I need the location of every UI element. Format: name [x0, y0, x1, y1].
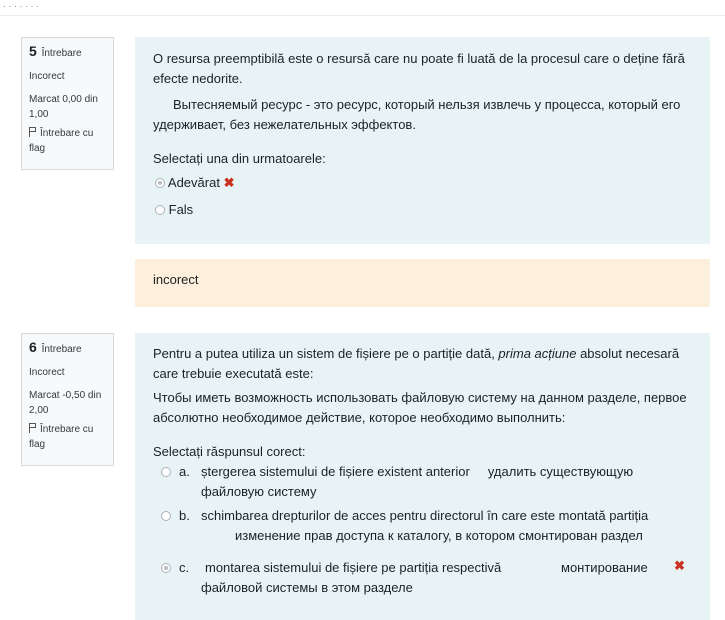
incorrect-icon: ✖: [674, 558, 685, 573]
answer-option-a[interactable]: a. ștergerea sistemului de fișiere exist…: [153, 462, 692, 504]
radio-button[interactable]: [161, 467, 171, 477]
option-letter: b.: [179, 508, 190, 523]
question-number: 5: [29, 43, 37, 59]
option-text: ștergerea sistemului de fișiere existent…: [201, 462, 671, 502]
answer-option-true[interactable]: Adevărat ✖: [155, 173, 692, 193]
option-letter: a.: [179, 464, 190, 479]
question-text-ru: Чтобы иметь возможность использовать фай…: [153, 390, 687, 425]
top-strip: · · · · · · ·: [0, 0, 725, 16]
question-label: Întrebare: [41, 48, 82, 59]
option-text-ro: ștergerea sistemului de fișiere existent…: [201, 464, 470, 479]
question-status: Incorect: [29, 367, 65, 378]
question-6-info: 6 Întrebare Incorect Marcat -0,50 din 2,…: [21, 333, 114, 466]
radio-button[interactable]: [155, 205, 165, 215]
option-label: Adevărat: [167, 175, 220, 190]
question-mark: Marcat 0,00 din 1,00: [29, 94, 98, 120]
question-5-info: 5 Întrebare Incorect Marcat 0,00 din 1,0…: [21, 37, 114, 170]
flag-icon: [29, 423, 37, 433]
answer-prompt: Selectați răspunsul corect:: [153, 444, 306, 459]
answer-option-c[interactable]: c. montarea sistemului de fișiere pe par…: [153, 558, 692, 602]
option-label: Fals: [168, 202, 194, 217]
question-status: Incorect: [29, 71, 65, 82]
feedback-text: incorect: [153, 272, 199, 287]
option-text-ru: изменение прав доступа к каталогу, в кот…: [235, 528, 643, 543]
answer-option-b[interactable]: b. schimbarea drepturilor de acces pentr…: [153, 506, 692, 554]
radio-button-selected[interactable]: [161, 563, 171, 573]
radio-button-selected[interactable]: [155, 178, 165, 188]
incorrect-icon: ✖: [223, 175, 235, 190]
flag-question-link[interactable]: Întrebare cu flag: [29, 126, 106, 156]
question-label: Întrebare: [41, 344, 82, 355]
flag-question-link[interactable]: Întrebare cu flag: [29, 422, 106, 452]
flag-icon: [29, 127, 37, 137]
option-text-ro: montarea sistemului de fișiere pe partiț…: [205, 560, 502, 575]
answer-prompt: Selectați una din urmatoarele:: [153, 151, 326, 166]
option-text-ro: schimbarea drepturilor de acces pentru d…: [201, 508, 649, 523]
question-text-ro: Pentru a putea utiliza un sistem de fiși…: [153, 344, 692, 384]
question-6-content: Pentru a putea utiliza un sistem de fiși…: [135, 333, 710, 620]
question-text-emphasis: prima acțiune: [498, 346, 577, 361]
question-text-ro: O resursa preemptibilă este o resursă ca…: [153, 51, 685, 86]
question-text-ru: Вытесняемый ресурс - это ресурс, который…: [153, 97, 681, 132]
flag-label: Întrebare cu flag: [29, 424, 94, 450]
feedback-box: incorect: [135, 259, 710, 307]
cropped-header-text: · · · · · · ·: [3, 1, 39, 11]
flag-label: Întrebare cu flag: [29, 128, 94, 154]
radio-button[interactable]: [161, 511, 171, 521]
option-letter: c.: [179, 560, 190, 575]
answer-option-false[interactable]: Fals: [155, 200, 692, 220]
question-number: 6: [29, 339, 37, 355]
question-mark: Marcat -0,50 din 2,00: [29, 390, 102, 416]
option-text-ru-end: файловой системы в этом разделе: [201, 580, 413, 595]
question-text-part: Pentru a putea utiliza un sistem de fiși…: [153, 346, 499, 361]
question-5-content: O resursa preemptibilă este o resursă ca…: [135, 37, 710, 244]
option-text-ru-start: монтирование: [561, 560, 648, 575]
